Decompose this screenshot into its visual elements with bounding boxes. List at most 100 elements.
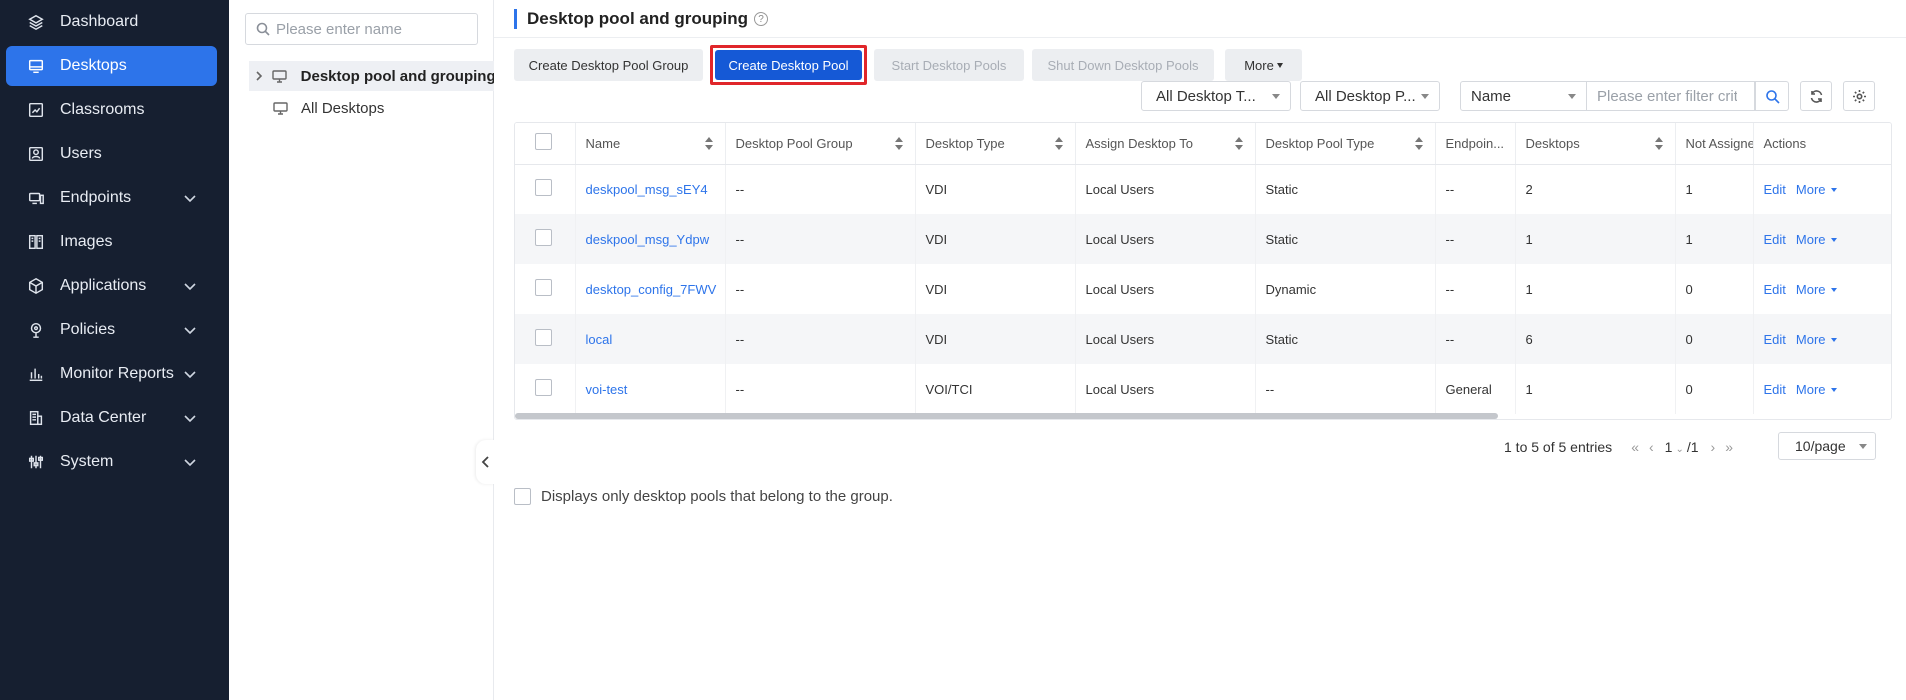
column-header-desktop-type[interactable]: Desktop Type <box>915 123 1076 165</box>
caret-down-icon <box>1272 94 1280 99</box>
column-header-endpoint[interactable]: Endpoin... <box>1435 123 1516 165</box>
more-actions-link[interactable]: More <box>1796 282 1837 297</box>
sort-icon[interactable] <box>894 137 903 150</box>
filter-field-select[interactable]: Name <box>1460 81 1587 111</box>
search-button[interactable] <box>1755 81 1789 111</box>
row-select-cell <box>515 214 576 264</box>
sort-icon[interactable] <box>704 137 713 150</box>
sidebar-item-label: Data Center <box>60 409 147 426</box>
next-page-icon[interactable]: › <box>1711 439 1716 455</box>
row-checkbox[interactable] <box>535 329 552 346</box>
edit-link[interactable]: Edit <box>1764 232 1786 247</box>
caret-down-icon <box>1276 62 1283 68</box>
shut-down-desktop-pools-button[interactable]: Shut Down Desktop Pools <box>1032 49 1214 81</box>
row-checkbox[interactable] <box>535 279 552 296</box>
search-icon <box>1765 89 1780 104</box>
page-number-select[interactable]: 1 ⌄/1 <box>1665 439 1699 455</box>
sidebar-item-monitor-reports[interactable]: Monitor Reports <box>6 354 217 394</box>
pool-name-link[interactable]: desktop_config_7FWV <box>575 264 726 314</box>
create-desktop-pool-group-button[interactable]: Create Desktop Pool Group <box>514 49 703 81</box>
horizontal-scrollbar[interactable] <box>515 413 1498 419</box>
pool-name-link[interactable]: deskpool_msg_Ydpw <box>575 214 726 264</box>
column-header-desktop-pool-group[interactable]: Desktop Pool Group <box>725 123 916 165</box>
pool-name-link[interactable]: voi-test <box>575 364 726 414</box>
column-header-desktops[interactable]: Desktops <box>1515 123 1676 165</box>
sidebar-item-images[interactable]: Images <box>6 222 217 262</box>
desktop-pool-type-select[interactable]: All Desktop P... <box>1300 81 1440 111</box>
sidebar-item-endpoints[interactable]: Endpoints <box>6 178 217 218</box>
sidebar-item-label: Images <box>60 233 113 250</box>
chevron-right-icon[interactable] <box>249 71 269 81</box>
edit-link[interactable]: Edit <box>1764 332 1786 347</box>
page-size-select[interactable]: 10/page <box>1778 432 1876 460</box>
column-header-label: Assign Desktop To <box>1085 135 1193 151</box>
tree-search-field[interactable] <box>245 13 478 45</box>
edit-link[interactable]: Edit <box>1764 282 1786 297</box>
table-row: local -- VDI Local Users Static -- 6 0 E… <box>515 314 1891 364</box>
row-checkbox[interactable] <box>535 179 552 197</box>
title-accent-bar <box>514 9 517 29</box>
settings-button[interactable] <box>1843 81 1875 111</box>
tree-node-all-desktops[interactable]: All Desktops <box>249 93 494 123</box>
divider <box>494 37 1906 38</box>
column-header-assign-desktop-to[interactable]: Assign Desktop To <box>1075 123 1256 165</box>
more-actions-link[interactable]: More <box>1796 382 1837 397</box>
cell-assign: Local Users <box>1075 164 1256 214</box>
cell-assign: Local Users <box>1075 364 1256 414</box>
image-icon <box>26 232 46 252</box>
sidebar-item-users[interactable]: Users <box>6 134 217 174</box>
sidebar-item-applications[interactable]: Applications <box>6 266 217 306</box>
row-checkbox[interactable] <box>535 379 552 396</box>
current-page: 1 <box>1664 439 1673 455</box>
sidebar-item-label: Policies <box>60 321 116 338</box>
edit-link[interactable]: Edit <box>1764 382 1786 397</box>
refresh-button[interactable] <box>1800 81 1832 111</box>
select-all-checkbox[interactable] <box>535 133 552 151</box>
more-actions-label: More <box>1795 231 1826 247</box>
tree-node-desktop-pool-grouping[interactable]: Desktop pool and grouping <box>249 61 494 91</box>
user-icon <box>26 144 46 164</box>
group-only-checkbox[interactable] <box>514 488 531 505</box>
group-only-filter[interactable]: Displays only desktop pools that belong … <box>514 488 893 505</box>
cell-desktops: 1 <box>1515 214 1676 264</box>
cell-endpoint: -- <box>1435 264 1516 314</box>
sidebar-item-classrooms[interactable]: Classrooms <box>6 90 217 130</box>
create-desktop-pool-button[interactable]: Create Desktop Pool <box>715 50 862 80</box>
pool-name-link[interactable]: local <box>575 314 726 364</box>
more-actions-link[interactable]: More <box>1796 332 1837 347</box>
sort-icon[interactable] <box>1414 137 1423 150</box>
sort-icon[interactable] <box>1654 137 1663 150</box>
more-actions-label: More <box>1795 181 1826 197</box>
cell-group: -- <box>725 164 916 214</box>
sidebar-item-policies[interactable]: Policies <box>6 310 217 350</box>
first-page-icon[interactable]: « <box>1631 439 1639 455</box>
collapse-panel-button[interactable] <box>476 440 494 484</box>
chevron-down-icon <box>183 191 197 205</box>
sidebar-item-system[interactable]: System <box>6 442 217 482</box>
more-actions-link[interactable]: More <box>1796 182 1837 197</box>
cell-desktop-type: VDI <box>915 214 1076 264</box>
edit-link[interactable]: Edit <box>1764 182 1786 197</box>
row-checkbox[interactable] <box>535 229 552 246</box>
prev-page-icon[interactable]: ‹ <box>1649 439 1654 455</box>
pool-name-link[interactable]: deskpool_msg_sEY4 <box>575 164 726 214</box>
cell-not-assigned: 0 <box>1675 264 1754 314</box>
filter-criteria-field[interactable] <box>1587 81 1755 111</box>
start-desktop-pools-button[interactable]: Start Desktop Pools <box>874 49 1024 81</box>
tree-search-input[interactable] <box>276 20 476 38</box>
more-button[interactable]: More <box>1225 49 1302 81</box>
sort-icon[interactable] <box>1054 137 1063 150</box>
filter-criteria-input[interactable] <box>1597 87 1737 105</box>
sidebar-item-dashboard[interactable]: Dashboard <box>6 2 217 42</box>
column-header-not-assigned[interactable]: Not Assigned <box>1675 123 1754 165</box>
help-icon[interactable]: ? <box>753 12 768 26</box>
more-actions-link[interactable]: More <box>1796 232 1837 247</box>
sidebar-item-desktops[interactable]: Desktops <box>6 46 217 86</box>
last-page-icon[interactable]: » <box>1725 439 1733 455</box>
search-icon <box>256 22 270 36</box>
column-header-name[interactable]: Name <box>575 123 726 165</box>
sort-icon[interactable] <box>1234 137 1243 150</box>
desktop-type-select[interactable]: All Desktop T... <box>1141 81 1291 111</box>
column-header-desktop-pool-type[interactable]: Desktop Pool Type <box>1255 123 1436 165</box>
sidebar-item-data-center[interactable]: Data Center <box>6 398 217 438</box>
